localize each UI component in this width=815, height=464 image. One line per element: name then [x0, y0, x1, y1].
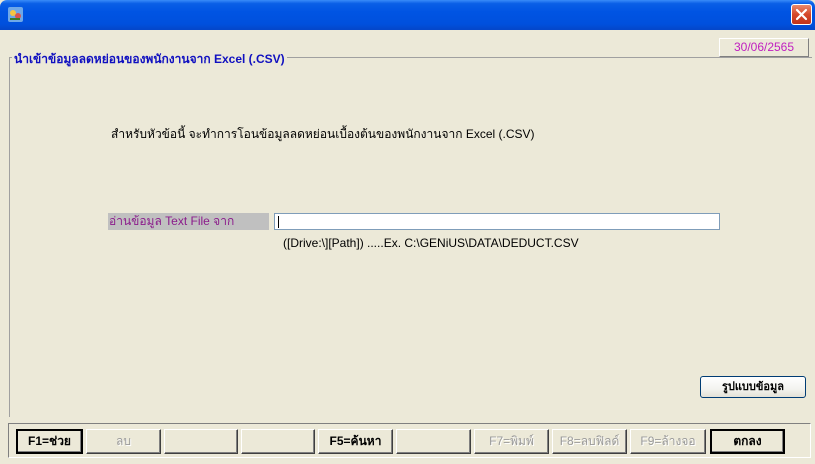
app-icon: [8, 7, 23, 22]
close-button[interactable]: [791, 4, 812, 25]
group-title: นำเข้าข้อมูลลดหย่อนของพนักงานจาก Excel (…: [12, 50, 287, 69]
f7-print-button[interactable]: F7=พิมพ์: [474, 429, 549, 454]
fkey-blank-4[interactable]: [241, 429, 315, 454]
fkey-blank-3[interactable]: [164, 429, 238, 454]
close-icon: [795, 8, 808, 21]
title-bar[interactable]: [0, 0, 815, 30]
description-text: สำหรับหัวข้อนี้ จะทำการโอนข้อมูลลดหย่อนเ…: [111, 127, 535, 141]
path-input[interactable]: [274, 213, 720, 230]
path-label: อ่านข้อมูล Text File จาก: [108, 213, 269, 230]
f5-search-button[interactable]: F5=ค้นหา: [318, 429, 393, 454]
function-key-bar: F1=ช่วย ลบ F5=ค้นหา F7=พิมพ์ F8=ลบฟิลด์ …: [8, 423, 811, 458]
app-window: 30/06/2565 นำเข้าข้อมูลลดหย่อนของพนักงาน…: [0, 0, 815, 464]
ok-button[interactable]: ตกลง: [710, 429, 785, 454]
date-display: 30/06/2565: [719, 38, 809, 57]
path-hint: ([Drive:\][Path]) .....Ex. C:\GENiUS\DAT…: [283, 236, 579, 250]
f1-help-button[interactable]: F1=ช่วย: [16, 429, 83, 454]
data-format-button[interactable]: รูปแบบข้อมูล: [700, 376, 806, 398]
f8-delete-field-button[interactable]: F8=ลบฟิลด์: [552, 429, 627, 454]
f9-clear-screen-button[interactable]: F9=ล้างจอ: [630, 429, 706, 454]
delete-button[interactable]: ลบ: [86, 429, 161, 454]
fkey-blank-6[interactable]: [396, 429, 471, 454]
window-content: 30/06/2565 นำเข้าข้อมูลลดหย่อนของพนักงาน…: [3, 30, 812, 461]
